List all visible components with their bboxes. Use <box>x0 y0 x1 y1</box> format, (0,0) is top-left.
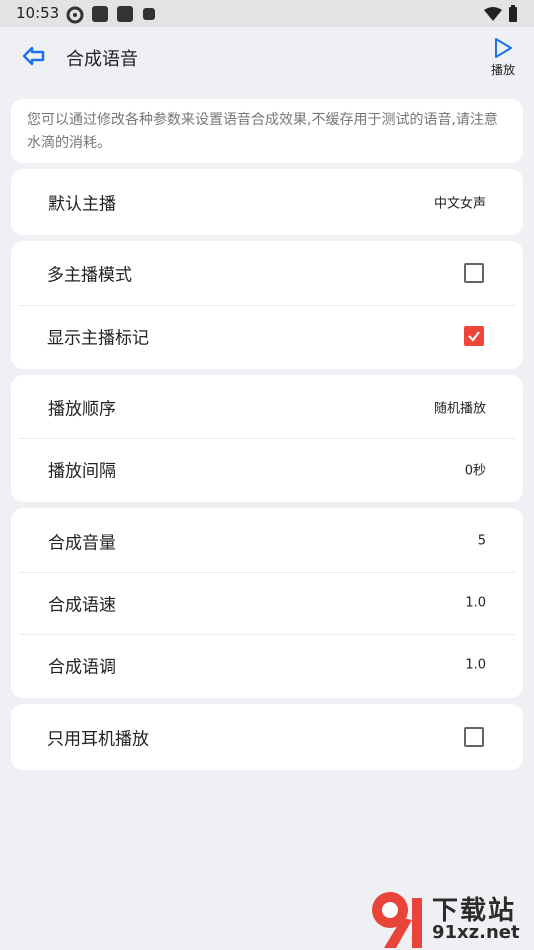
show-anchor-mark-checkbox[interactable] <box>464 326 484 346</box>
settings-icon <box>66 6 84 24</box>
multi-anchor-checkbox[interactable] <box>464 263 484 283</box>
setting-row-headphone-only[interactable]: 只用耳机播放 <box>11 706 523 768</box>
setting-row-play-order[interactable]: 播放顺序 随机播放 <box>11 376 523 438</box>
setting-label: 默认主播 <box>48 194 116 215</box>
setting-row-pitch[interactable]: 合成语调 1.0 <box>11 634 523 696</box>
wifi-icon <box>484 6 502 25</box>
check-icon <box>468 331 480 342</box>
synthesis-params-card: 合成音量 5 合成语速 1.0 合成语调 1.0 <box>11 508 523 698</box>
setting-label: 合成语调 <box>48 657 116 678</box>
setting-label: 只用耳机播放 <box>47 729 149 750</box>
anchor-mode-card: 多主播模式 显示主播标记 <box>11 241 523 369</box>
setting-label: 播放顺序 <box>48 399 116 420</box>
setting-row-multi-anchor[interactable]: 多主播模式 <box>11 242 523 304</box>
battery-icon <box>508 5 518 26</box>
setting-value: 随机播放 <box>433 401 486 417</box>
anchor-card: 默认主播 中文女声 <box>11 169 523 235</box>
setting-row-speed[interactable]: 合成语速 1.0 <box>11 572 523 634</box>
setting-label: 合成语速 <box>48 595 116 616</box>
a-icon <box>143 8 155 20</box>
play-button[interactable]: 播放 <box>482 37 524 83</box>
status-bar: 10:53 <box>0 0 534 27</box>
setting-value: 1.0 <box>465 657 486 673</box>
headphone-card: 只用耳机播放 <box>11 704 523 770</box>
setting-value: 1.0 <box>465 595 486 611</box>
app-icon <box>92 6 108 22</box>
status-time: 10:53 <box>16 4 60 22</box>
play-order-card: 播放顺序 随机播放 播放间隔 0秒 <box>11 375 523 502</box>
setting-label: 多主播模式 <box>47 265 132 286</box>
play-label: 播放 <box>490 63 515 77</box>
setting-label: 播放间隔 <box>48 461 116 482</box>
headphone-only-checkbox[interactable] <box>464 727 484 747</box>
play-icon <box>495 38 512 58</box>
setting-value: 0秒 <box>464 463 486 479</box>
setting-row-play-interval[interactable]: 播放间隔 0秒 <box>11 438 523 500</box>
watermark-en: 91xz.net <box>432 922 520 943</box>
setting-row-show-anchor-mark[interactable]: 显示主播标记 <box>11 305 523 367</box>
watermark-logo-icon <box>372 892 422 948</box>
setting-value: 5 <box>477 533 486 549</box>
watermark: 下载站 91xz.net <box>364 888 534 950</box>
setting-row-default-anchor[interactable]: 默认主播 中文女声 <box>11 171 523 233</box>
notice-card: 您可以通过修改各种参数来设置语音合成效果,不缓存用于测试的语音,请注意水滴的消耗… <box>11 99 523 163</box>
app-icon <box>117 6 133 22</box>
notice-text: 您可以通过修改各种参数来设置语音合成效果,不缓存用于测试的语音,请注意水滴的消耗… <box>27 112 498 151</box>
setting-value: 中文女声 <box>433 196 486 212</box>
page-title: 合成语音 <box>66 49 138 70</box>
setting-label: 合成音量 <box>48 533 116 554</box>
setting-label: 显示主播标记 <box>47 328 149 349</box>
setting-row-volume[interactable]: 合成音量 5 <box>11 510 523 572</box>
app-bar: 合成语音 播放 <box>0 27 534 89</box>
back-arrow-icon[interactable] <box>22 45 46 67</box>
